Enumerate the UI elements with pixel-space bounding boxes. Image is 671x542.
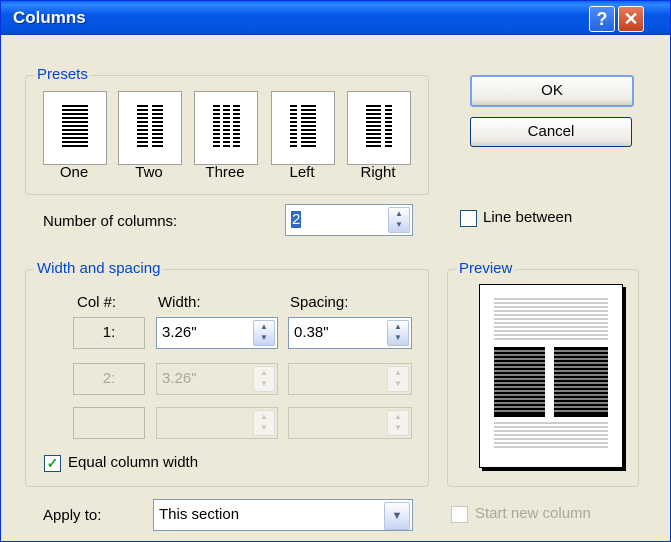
spin-arrows-icon: ▲ ▼: [253, 410, 275, 436]
width-spacing-label: Width and spacing: [34, 260, 164, 277]
preset-right-label: Right: [360, 164, 396, 181]
col-number-1-text: 1:: [102, 324, 116, 341]
preset-three[interactable]: [194, 91, 258, 165]
col-number-1: 1:: [73, 317, 145, 349]
col-number-2-text: 2:: [102, 370, 116, 387]
spin-arrows-icon[interactable]: ▲ ▼: [387, 320, 409, 346]
spacing-1-value[interactable]: 0.38": [294, 324, 329, 341]
preset-right[interactable]: [347, 91, 411, 165]
ok-button[interactable]: OK: [470, 75, 634, 107]
spacing-2-spinner: ▲ ▼: [288, 363, 412, 395]
preset-left-label: Left: [289, 164, 315, 181]
spacing-3-spinner: ▲ ▼: [288, 407, 412, 439]
dialog-title: Columns: [13, 8, 86, 27]
help-button[interactable]: ?: [589, 6, 615, 32]
col-number-2: 2:: [73, 363, 145, 395]
three-column-icon: [213, 105, 240, 147]
width-header: Width:: [158, 294, 201, 311]
right-column-icon: [366, 105, 392, 147]
apply-to-label: Apply to:: [43, 507, 102, 524]
width-1-spinner[interactable]: 3.26" ▲ ▼: [156, 317, 278, 349]
apply-to-value[interactable]: This section: [159, 506, 239, 523]
one-column-icon: [62, 105, 88, 147]
width-1-value[interactable]: 3.26": [162, 324, 197, 341]
apply-to-dropdown[interactable]: This section ▼: [153, 499, 413, 531]
line-between-checkbox[interactable]: [460, 210, 477, 227]
col-number-header: Col #:: [77, 294, 117, 311]
preset-three-label: Three: [205, 164, 245, 181]
preview-label: Preview: [456, 260, 516, 277]
number-of-columns-label: Number of columns:: [43, 213, 178, 230]
preset-one[interactable]: [43, 91, 107, 165]
spin-arrows-icon[interactable]: ▲ ▼: [253, 320, 275, 346]
preset-left[interactable]: [271, 91, 335, 165]
start-new-column-checkbox: [451, 506, 468, 523]
start-new-column-label: Start new column: [475, 505, 591, 522]
two-column-icon: [137, 105, 163, 147]
spin-arrows-icon[interactable]: ▲ ▼: [388, 207, 410, 233]
width-2-value: 3.26": [162, 370, 197, 387]
width-3-spinner: ▲ ▼: [156, 407, 278, 439]
spacing-1-spinner[interactable]: 0.38" ▲ ▼: [288, 317, 412, 349]
spin-arrows-icon: ▲ ▼: [253, 366, 275, 392]
number-of-columns-spinner[interactable]: 2 ▲ ▼: [285, 204, 413, 236]
close-button[interactable]: ✕: [618, 6, 644, 32]
presets-label: Presets: [34, 66, 91, 83]
col-number-3: [73, 407, 145, 439]
line-between-label: Line between: [483, 209, 573, 226]
preset-two[interactable]: [118, 91, 182, 165]
spin-arrows-icon: ▲ ▼: [387, 366, 409, 392]
preset-one-label: One: [59, 164, 89, 181]
equal-column-width-label: Equal column width: [68, 454, 199, 471]
preview-page: [479, 284, 623, 468]
preview-document-icon: [494, 298, 608, 448]
width-2-spinner: 3.26" ▲ ▼: [156, 363, 278, 395]
spin-arrows-icon: ▲ ▼: [387, 410, 409, 436]
left-column-icon: [290, 105, 316, 147]
number-of-columns-value[interactable]: 2: [291, 211, 302, 228]
columns-dialog: Columns ? ✕ Presets One Two Three Left R…: [0, 0, 671, 542]
title-bar[interactable]: Columns ? ✕: [1, 1, 670, 35]
cancel-button[interactable]: Cancel: [470, 117, 632, 147]
spacing-header: Spacing:: [290, 294, 349, 311]
equal-column-width-checkbox[interactable]: ✓: [44, 455, 61, 472]
preset-two-label: Two: [135, 164, 163, 181]
chevron-down-icon[interactable]: ▼: [384, 502, 410, 530]
checkmark-icon: ✓: [46, 455, 59, 471]
